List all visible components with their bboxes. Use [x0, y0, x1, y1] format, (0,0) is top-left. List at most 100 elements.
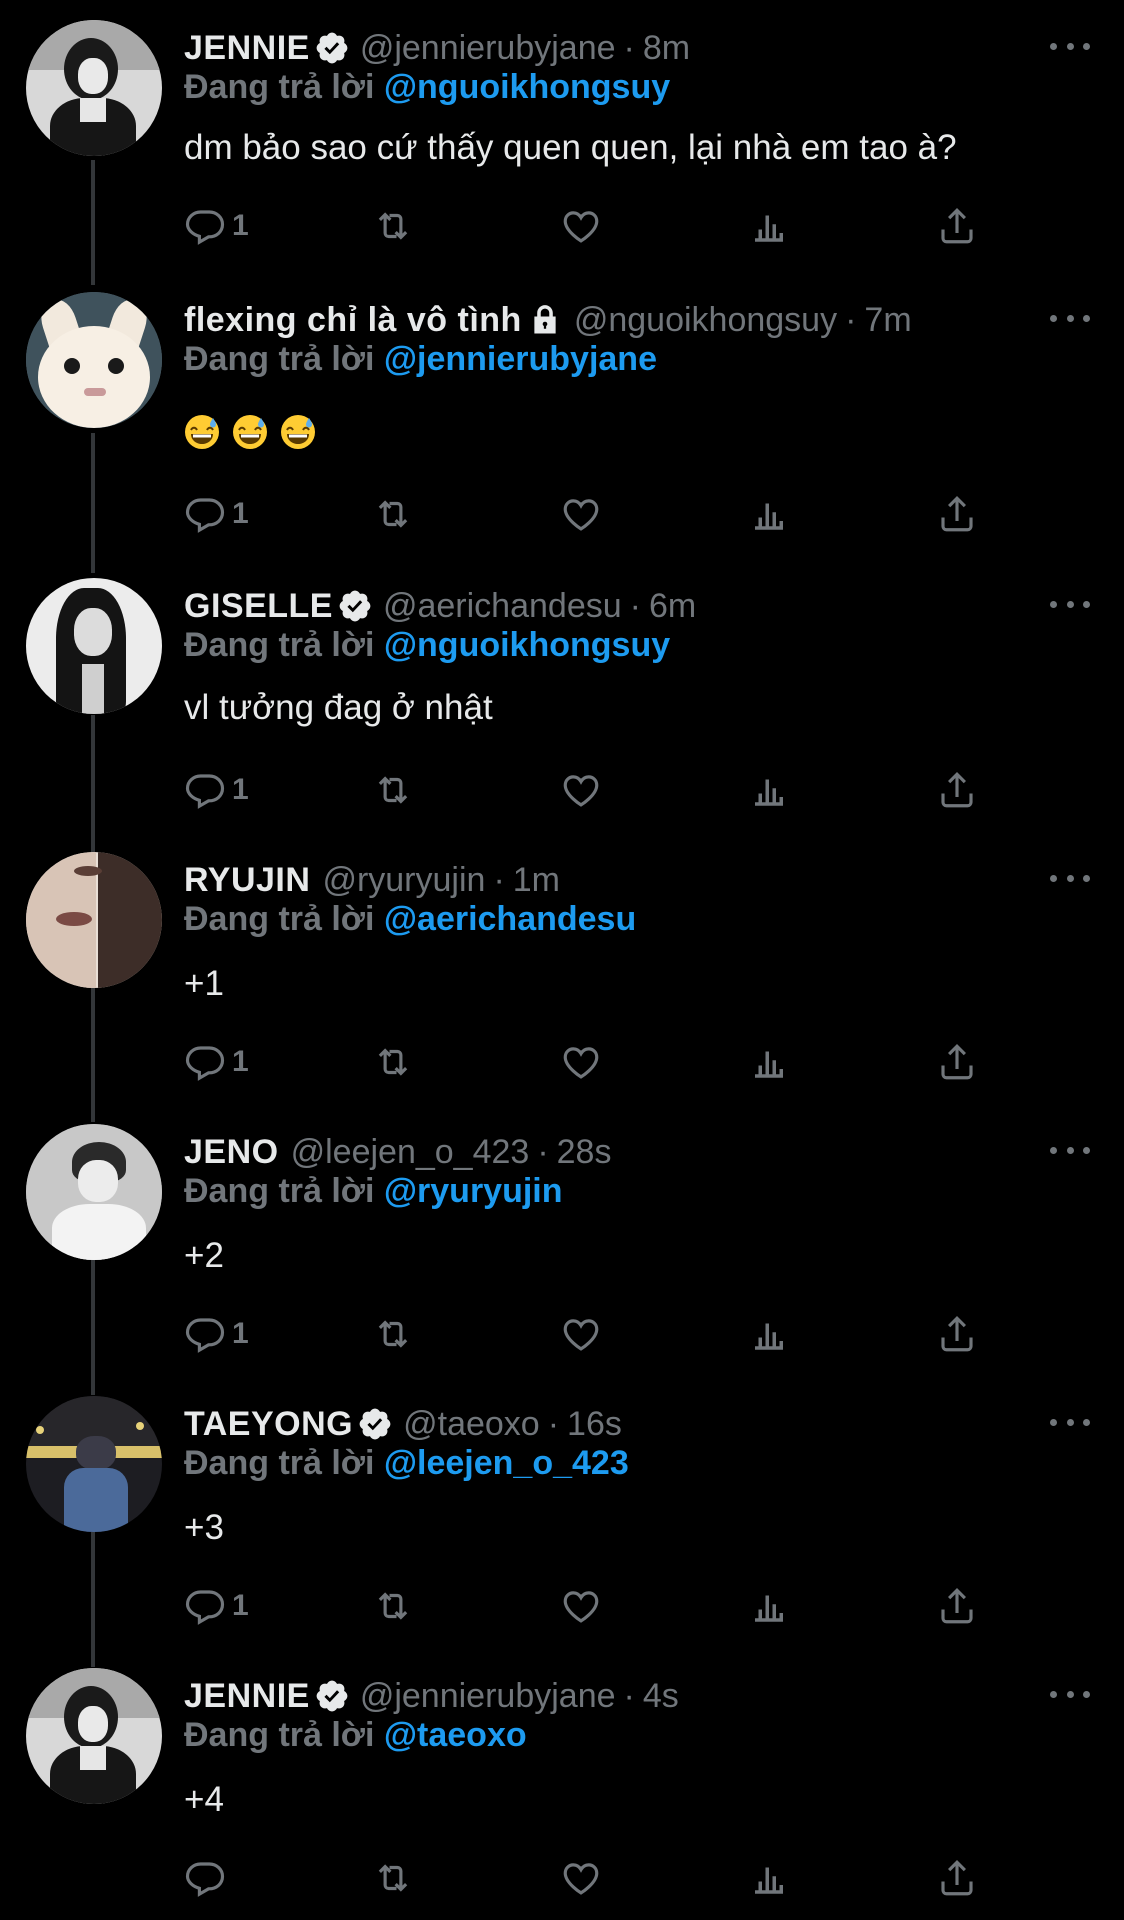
- timestamp[interactable]: 4s: [643, 1677, 679, 1716]
- analytics-button[interactable]: [748, 1854, 790, 1902]
- retweet-button[interactable]: [372, 202, 414, 250]
- reply-button[interactable]: 1: [184, 1582, 249, 1630]
- retweet-button[interactable]: [372, 766, 414, 814]
- display-name[interactable]: JENNIE: [184, 29, 310, 68]
- separator-dot: ·: [845, 300, 857, 339]
- avatar[interactable]: [26, 292, 162, 428]
- avatar[interactable]: [26, 20, 162, 156]
- tweet[interactable]: JENO @leejen_o_423 · 28s Đang trả lời @r…: [0, 1124, 1124, 1384]
- reply-button[interactable]: 1: [184, 766, 249, 814]
- like-button[interactable]: [560, 202, 602, 250]
- handle[interactable]: @nguoikhongsuy: [574, 301, 837, 340]
- like-button[interactable]: [560, 1854, 602, 1902]
- handle[interactable]: @jennierubyjane: [360, 29, 616, 68]
- reply-button[interactable]: 1: [184, 1038, 249, 1086]
- analytics-icon: [755, 1867, 783, 1894]
- share-button[interactable]: [936, 766, 978, 814]
- mention-link[interactable]: @jennierubyjane: [384, 340, 657, 378]
- more-options-icon[interactable]: [1050, 306, 1090, 330]
- mention-link[interactable]: @nguoikhongsuy: [384, 68, 670, 106]
- display-name[interactable]: flexing chỉ là vô tình: [184, 301, 522, 340]
- more-options-icon[interactable]: [1050, 1138, 1090, 1162]
- avatar[interactable]: [26, 1124, 162, 1260]
- analytics-icon: [755, 1051, 783, 1078]
- reply-button[interactable]: 1: [184, 490, 249, 538]
- mention-link[interactable]: @nguoikhongsuy: [384, 626, 670, 664]
- more-options-icon[interactable]: [1050, 34, 1090, 58]
- display-name[interactable]: TAEYONG: [184, 1405, 353, 1444]
- timestamp[interactable]: 6m: [649, 587, 696, 626]
- analytics-icon: [755, 1323, 783, 1350]
- analytics-button[interactable]: [748, 1582, 790, 1630]
- more-options-icon[interactable]: [1050, 1410, 1090, 1434]
- tweet[interactable]: JENNIE @jennierubyjane · 8m Đang trả lời…: [0, 20, 1124, 290]
- handle[interactable]: @leejen_o_423: [291, 1133, 530, 1172]
- replying-to-label: Đang trả lời: [184, 1172, 375, 1210]
- retweet-icon: [378, 1048, 408, 1076]
- action-bar: 1: [184, 490, 984, 538]
- mention-link[interactable]: @ryuryujin: [384, 1172, 563, 1210]
- display-name[interactable]: JENO: [184, 1133, 279, 1172]
- lock-icon: [534, 305, 556, 334]
- avatar[interactable]: [26, 578, 162, 714]
- replying-to-label: Đang trả lời: [184, 1444, 375, 1482]
- like-button[interactable]: [560, 1310, 602, 1358]
- retweet-icon: [378, 1592, 408, 1620]
- retweet-button[interactable]: [372, 1310, 414, 1358]
- more-options-icon[interactable]: [1050, 866, 1090, 890]
- share-button[interactable]: [936, 1310, 978, 1358]
- avatar[interactable]: [26, 852, 162, 988]
- mention-link[interactable]: @aerichandesu: [384, 900, 636, 938]
- tweet[interactable]: JENNIE @jennierubyjane · 4s Đang trả lời…: [0, 1668, 1124, 1920]
- handle[interactable]: @jennierubyjane: [360, 1677, 616, 1716]
- mention-link[interactable]: @leejen_o_423: [384, 1444, 629, 1482]
- timestamp[interactable]: 8m: [643, 29, 690, 68]
- avatar[interactable]: [26, 1668, 162, 1804]
- more-options-icon[interactable]: [1050, 592, 1090, 616]
- tweet[interactable]: flexing chỉ là vô tình @nguoikhongsuy · …: [0, 292, 1124, 562]
- reply-icon: [185, 774, 225, 809]
- reply-count: 1: [232, 773, 249, 806]
- like-button[interactable]: [560, 766, 602, 814]
- analytics-button[interactable]: [748, 490, 790, 538]
- display-name[interactable]: RYUJIN: [184, 861, 310, 900]
- analytics-button[interactable]: [748, 1310, 790, 1358]
- handle[interactable]: @taeoxo: [403, 1405, 540, 1444]
- reply-button[interactable]: 1: [184, 202, 249, 250]
- tweet[interactable]: RYUJIN @ryuryujin · 1m Đang trả lời @aer…: [0, 852, 1124, 1112]
- more-options-icon[interactable]: [1050, 1682, 1090, 1706]
- timestamp[interactable]: 7m: [864, 301, 911, 340]
- reply-count: 1: [232, 497, 249, 530]
- like-button[interactable]: [560, 1038, 602, 1086]
- analytics-button[interactable]: [748, 202, 790, 250]
- share-button[interactable]: [936, 1582, 978, 1630]
- reply-count: 1: [232, 1317, 249, 1350]
- timestamp[interactable]: 16s: [567, 1405, 622, 1444]
- like-button[interactable]: [560, 490, 602, 538]
- display-name[interactable]: JENNIE: [184, 1677, 310, 1716]
- share-button[interactable]: [936, 490, 978, 538]
- avatar[interactable]: [26, 1396, 162, 1532]
- tweet[interactable]: GISELLE @aerichandesu · 6m Đang trả lời …: [0, 578, 1124, 838]
- tweet[interactable]: TAEYONG @taeoxo · 16s Đang trả lời @leej…: [0, 1396, 1124, 1656]
- retweet-button[interactable]: [372, 1038, 414, 1086]
- timestamp[interactable]: 1m: [513, 861, 560, 900]
- share-button[interactable]: [936, 1038, 978, 1086]
- handle[interactable]: @ryuryujin: [322, 861, 485, 900]
- retweet-icon: [378, 212, 408, 240]
- reply-button[interactable]: 1: [184, 1310, 249, 1358]
- analytics-icon: [755, 503, 783, 530]
- mention-link[interactable]: @taeoxo: [384, 1716, 527, 1754]
- handle[interactable]: @aerichandesu: [383, 587, 622, 626]
- display-name[interactable]: GISELLE: [184, 587, 333, 626]
- reply-button[interactable]: [184, 1854, 232, 1902]
- analytics-button[interactable]: [748, 1038, 790, 1086]
- share-button[interactable]: [936, 1854, 978, 1902]
- share-button[interactable]: [936, 202, 978, 250]
- retweet-button[interactable]: [372, 1582, 414, 1630]
- analytics-button[interactable]: [748, 766, 790, 814]
- retweet-button[interactable]: [372, 490, 414, 538]
- timestamp[interactable]: 28s: [557, 1133, 612, 1172]
- retweet-button[interactable]: [372, 1854, 414, 1902]
- like-button[interactable]: [560, 1582, 602, 1630]
